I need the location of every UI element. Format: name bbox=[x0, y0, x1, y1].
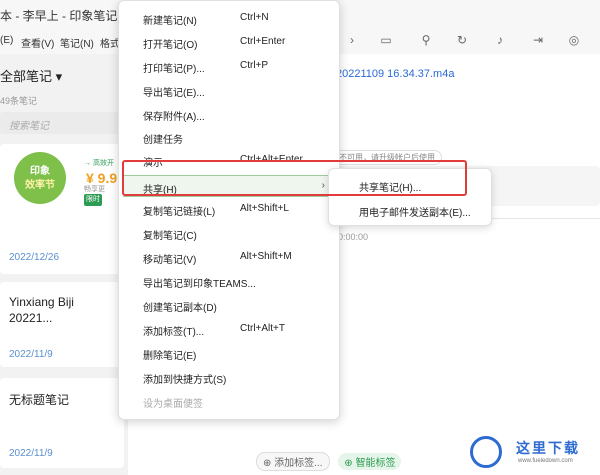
search-placeholder: 搜索笔记 bbox=[9, 121, 49, 132]
menu-item-delete-note[interactable]: 删除笔记(E) bbox=[119, 342, 341, 364]
tag-bar: ⊕ 添加标签... ⊕ 智能标签 bbox=[256, 452, 402, 471]
promo-button[interactable]: 限时 bbox=[84, 194, 102, 206]
menu-item-label: 复制笔记(C) bbox=[143, 231, 197, 242]
menu-item-add-shortcut[interactable]: 添加到快捷方式(S) bbox=[119, 366, 341, 388]
menu-item-open-note[interactable]: 打开笔记(O) Ctrl+Enter bbox=[119, 31, 341, 53]
menu-item-save-attachment[interactable]: 保存附件(A)... bbox=[119, 103, 341, 125]
menu-item-shortcut: Ctrl+P bbox=[240, 60, 269, 71]
smart-tag-button[interactable]: ⊕ 智能标签 bbox=[338, 453, 402, 470]
attachment-filename[interactable]: 20221109 16.34.37.m4a bbox=[336, 68, 454, 80]
menu-item-label: 移动笔记(V) bbox=[143, 255, 197, 266]
watermark: 这里下载 www.fueledown.com bbox=[470, 432, 600, 475]
menu-item-label: 打印笔记(P)... bbox=[143, 64, 205, 75]
note-list: 全部笔记 ▾ 49条笔记 搜索笔记 印象 效率节 → 高效开 ¥ 9.9 畅享更… bbox=[0, 54, 128, 475]
promo-line1: → 高效开 bbox=[84, 160, 114, 167]
menu-item-shortcut: Alt+Shift+L bbox=[240, 203, 289, 214]
note-card[interactable]: Yinxiang Biji 20221... 2022/11/9 bbox=[0, 282, 124, 367]
search-input[interactable]: 搜索笔记 bbox=[0, 112, 124, 134]
menu-item-label: 设为桌面便签 bbox=[143, 399, 203, 410]
menu-item-shortcut: Ctrl+Alt+T bbox=[240, 323, 286, 334]
menu-item-create-task[interactable]: 创建任务 bbox=[119, 126, 341, 148]
menu-item-label: 添加标签(T)... bbox=[143, 327, 205, 338]
menu-item-desktop-sticky: 设为桌面便签 bbox=[119, 390, 341, 412]
notebook-title[interactable]: 全部笔记 ▾ bbox=[0, 66, 62, 85]
add-tag-button[interactable]: ⊕ 添加标签... bbox=[256, 452, 330, 471]
note-title: Yinxiang Biji 20221... bbox=[9, 295, 74, 325]
menu-item-label: 保存附件(A)... bbox=[143, 112, 205, 123]
promo-badge-line1: 印象 bbox=[30, 166, 50, 177]
note-toolbar: › ▭ ⚲ ↻ ♪ ⇥ ◎ bbox=[340, 28, 600, 54]
submenu-item-label: 用电子邮件发送副本(E)... bbox=[359, 208, 471, 219]
submenu-item-email-copy[interactable]: 用电子邮件发送副本(E)... bbox=[329, 199, 493, 221]
refresh-icon[interactable]: ↻ bbox=[454, 32, 470, 48]
audio-time: 0:00:00 bbox=[338, 232, 369, 242]
menu-item-new-note[interactable]: 新建笔记(N) Ctrl+N bbox=[119, 7, 341, 29]
chevron-right-icon[interactable]: › bbox=[344, 32, 360, 48]
export-icon[interactable]: ⇥ bbox=[530, 32, 546, 48]
menu-item-label: 添加到快捷方式(S) bbox=[143, 375, 227, 386]
note-card[interactable]: 无标题笔记 2022/11/9 bbox=[0, 378, 124, 468]
watermark-text: 这里下载 bbox=[516, 440, 580, 456]
menu-item-label: 复制笔记链接(L) bbox=[143, 207, 216, 218]
menu-item-duplicate-note[interactable]: 创建笔记副本(D) bbox=[119, 294, 341, 316]
menu-item-export-note[interactable]: 导出笔记(E)... bbox=[119, 79, 341, 101]
menu-item-label: 创建任务 bbox=[143, 135, 183, 146]
menu-item-label: 打开笔记(O) bbox=[143, 40, 198, 51]
menu-item-label: 创建笔记副本(D) bbox=[143, 303, 217, 314]
menu-item-label: 导出笔记(E)... bbox=[143, 88, 205, 99]
menu-item-label: 导出笔记到印象TEAMS... bbox=[143, 279, 256, 290]
note-date: 2022/12/26 bbox=[9, 252, 60, 263]
menu-item-print-note[interactable]: 打印笔记(P)... Ctrl+P bbox=[119, 55, 341, 77]
menu-item-label: 新建笔记(N) bbox=[143, 16, 197, 27]
promo-badge: 印象 效率节 bbox=[14, 152, 66, 204]
menu-item-copy-note[interactable]: 复制笔记(C) bbox=[119, 222, 341, 244]
menu-view[interactable]: 查看(V) bbox=[21, 35, 54, 50]
menu-item-shortcut: Ctrl+N bbox=[240, 12, 269, 23]
promo-banner[interactable]: 印象 效率节 → 高效开 ¥ 9.9 畅享更 限时 bbox=[14, 152, 122, 212]
pin-icon[interactable]: ⚲ bbox=[418, 32, 434, 48]
note-title: 无标题笔记 bbox=[9, 393, 70, 407]
promo-line3: 畅享更 bbox=[84, 186, 105, 193]
menu-item-copy-link[interactable]: 复制笔记链接(L) Alt+Shift+L bbox=[119, 198, 341, 220]
note-count: 49条笔记 bbox=[0, 96, 38, 106]
note-card[interactable]: 印象 效率节 → 高效开 ¥ 9.9 畅享更 限时 2022/12/26 bbox=[0, 144, 124, 274]
watermark-url: www.fueledown.com bbox=[518, 458, 573, 464]
menu-item-export-teams[interactable]: 导出笔记到印象TEAMS... bbox=[119, 270, 341, 292]
menu-format[interactable]: 格式 bbox=[100, 35, 120, 50]
menu-note[interactable]: 笔记(N) bbox=[60, 35, 94, 50]
presentation-icon[interactable]: ▭ bbox=[378, 32, 394, 48]
menu-edit[interactable]: (E) bbox=[0, 35, 13, 46]
menu-item-shortcut: Ctrl+Enter bbox=[240, 36, 286, 47]
note-date: 2022/11/9 bbox=[9, 448, 53, 459]
note-date: 2022/11/9 bbox=[9, 349, 53, 360]
menu-item-label: 删除笔记(E) bbox=[143, 351, 197, 362]
menu-item-add-tag[interactable]: 添加标签(T)... Ctrl+Alt+T bbox=[119, 318, 341, 340]
window-title: 本 - 李早上 - 印象笔记 bbox=[0, 9, 118, 23]
menu-item-shortcut: Alt+Shift+M bbox=[240, 251, 292, 262]
promo-badge-line2: 效率节 bbox=[25, 180, 55, 191]
context-menu: 新建笔记(N) Ctrl+N 打开笔记(O) Ctrl+Enter 打印笔记(P… bbox=[118, 0, 340, 420]
watermark-logo-icon bbox=[470, 436, 502, 468]
menu-item-move-note[interactable]: 移动笔记(V) Alt+Shift+M bbox=[119, 246, 341, 268]
bell-icon[interactable]: ♪ bbox=[492, 32, 508, 48]
target-icon[interactable]: ◎ bbox=[566, 32, 582, 48]
highlight-box bbox=[122, 160, 467, 196]
